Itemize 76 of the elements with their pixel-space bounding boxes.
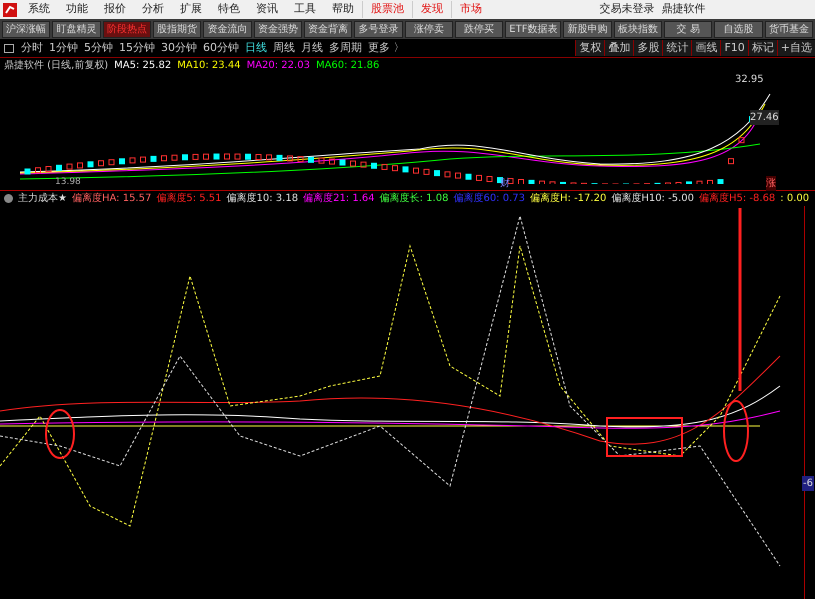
toolbar-button[interactable]: 盯盘精灵	[52, 20, 101, 38]
menu-item[interactable]: 发现	[412, 1, 451, 18]
indicator-value: 偏离度H10: -5.00	[611, 192, 694, 206]
highlight-ellipse	[723, 400, 749, 462]
moving-average-label: MA10: 23.44	[177, 58, 241, 72]
menu-item[interactable]: 报价	[96, 1, 134, 18]
toolbar-button[interactable]: ETF数据表	[505, 20, 562, 38]
indicator-value: 偏离度H5: -8.68	[698, 192, 776, 206]
chart-tool-button[interactable]: 叠加	[604, 40, 634, 56]
price-label: 13.98	[55, 176, 81, 189]
indicator-value: 偏离度60: 0.73	[453, 192, 525, 206]
login-status: 交易未登录 鼎捷软件	[598, 1, 706, 18]
period-tab[interactable]: 30分钟	[158, 40, 200, 56]
chart-title: 鼎捷软件 (日线,前复权)	[4, 58, 108, 72]
toolbar-button[interactable]: 股指期货	[152, 20, 202, 38]
menu-item[interactable]: 分析	[134, 1, 172, 18]
indicator-value: 偏离度长: 1.08	[380, 192, 448, 206]
chart-tool-button[interactable]: 标记	[748, 40, 777, 56]
toolbar-button[interactable]: 沪深涨幅	[2, 20, 50, 38]
indicator-value: 偏离度10: 3.18	[226, 192, 298, 206]
event-marker: 涨	[766, 176, 776, 191]
toolbar-button[interactable]: 资金强势	[254, 20, 302, 38]
toolbar-button[interactable]: 自选股	[714, 20, 763, 38]
event-marker: 财	[500, 176, 510, 191]
period-tab[interactable]: 更多 〉	[365, 40, 408, 56]
period-tab[interactable]: 日线	[242, 40, 270, 56]
chart-tool-button[interactable]: 画线	[691, 40, 720, 56]
chart-tool-button[interactable]: 多股	[633, 40, 662, 56]
highlight-ellipse	[45, 409, 75, 459]
moving-average-label: MA20: 22.03	[246, 58, 310, 72]
toolbar-button[interactable]: 交 易	[664, 20, 712, 38]
toolbar-button[interactable]: 跌停买	[454, 20, 504, 38]
menu-item[interactable]: 工具	[286, 1, 324, 18]
period-tab[interactable]: 1分钟	[46, 40, 81, 56]
period-tab[interactable]: 15分钟	[116, 40, 158, 56]
period-tab[interactable]: 多周期	[326, 40, 365, 56]
toolbar-button[interactable]: 涨停卖	[404, 20, 453, 38]
period-tab[interactable]: 60分钟	[200, 40, 242, 56]
collapse-icon[interactable]	[4, 194, 13, 203]
menu-item[interactable]: 市场	[451, 1, 490, 18]
menu-item[interactable]: 功能	[58, 1, 96, 18]
toolbar-button[interactable]: 货币基金	[764, 20, 814, 38]
indicator-value: 偏离度21: 1.64	[303, 192, 375, 206]
moving-average-label: MA60: 21.86	[316, 58, 380, 72]
menu-item[interactable]: 扩展	[172, 1, 210, 18]
toolbar-button[interactable]: 资金流向	[203, 20, 252, 38]
chart-tool-button[interactable]: F10	[720, 40, 748, 56]
price-label: 27.46	[750, 110, 779, 125]
toolbar-button[interactable]: 多号登录	[354, 20, 403, 38]
candlestick	[738, 137, 744, 144]
toolbar-button[interactable]: 新股申购	[563, 20, 612, 38]
menu-item[interactable]: 帮助	[324, 1, 362, 18]
indicator-value: 偏离度HA: 15.57	[72, 192, 152, 206]
menu-item[interactable]: 系统	[20, 1, 58, 18]
candlestick	[728, 158, 734, 164]
period-tab[interactable]: 月线	[298, 40, 326, 56]
axis-label: -6	[802, 476, 814, 491]
chart-tool-button[interactable]: +自选	[776, 40, 815, 56]
menu-item[interactable]: 资讯	[248, 1, 286, 18]
menu-item[interactable]: 特色	[210, 1, 248, 18]
moving-average-label: MA5: 25.82	[114, 58, 172, 72]
indicator-value: 偏离度H: -17.20	[530, 192, 606, 206]
chart-tool-button[interactable]: 复权	[575, 40, 604, 56]
menu-item[interactable]: 股票池	[362, 1, 412, 18]
chart-tool-button[interactable]: 统计	[662, 40, 692, 56]
period-tab[interactable]: 5分钟	[81, 40, 116, 56]
period-tab[interactable]: 周线	[270, 40, 298, 56]
toolbar-button[interactable]: 板块指数	[614, 20, 662, 38]
indicator-value: 偏离度5: 5.51	[156, 192, 222, 206]
panel-toggle-icon[interactable]	[4, 44, 14, 52]
indicator-value: : 0.00	[780, 192, 810, 206]
toolbar-button[interactable]: 资金背离	[304, 20, 352, 38]
price-label: 32.95	[735, 73, 764, 87]
period-tab[interactable]: 分时	[18, 40, 46, 56]
indicator-name: 主力成本★	[18, 192, 67, 206]
app-logo-icon	[3, 2, 17, 16]
